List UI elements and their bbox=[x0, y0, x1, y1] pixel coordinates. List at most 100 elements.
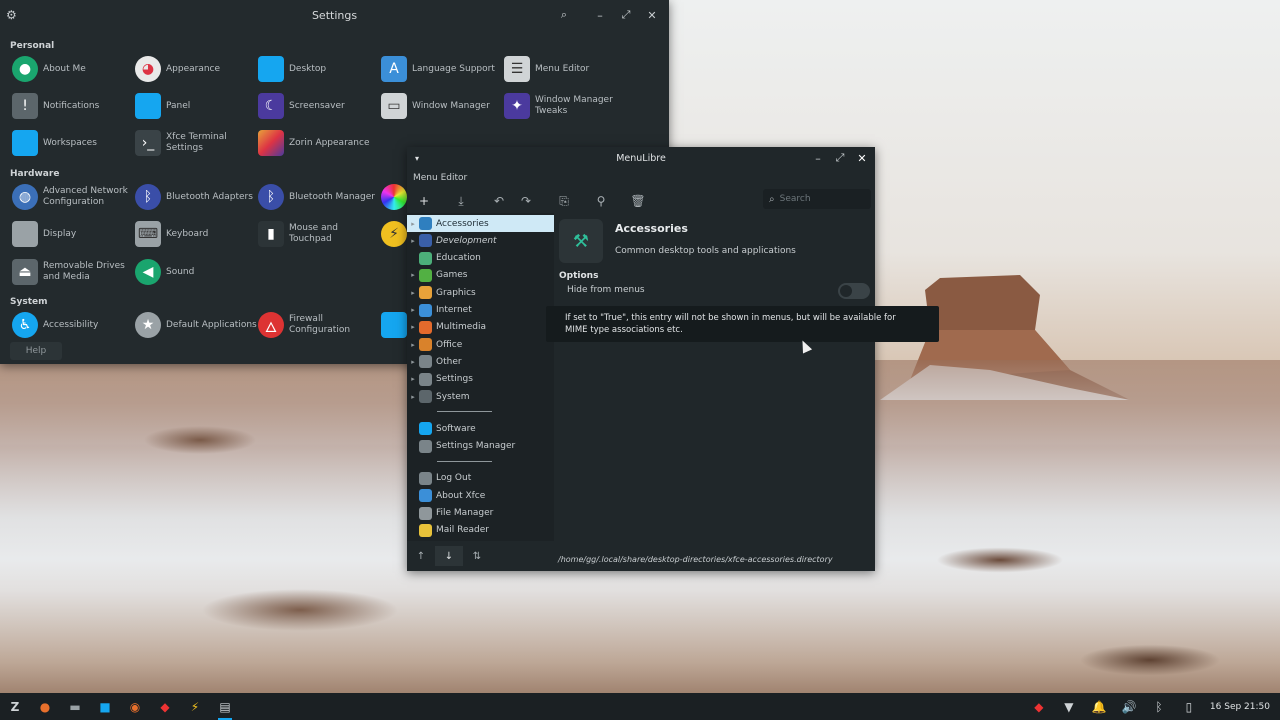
expander-arrow-icon[interactable]: ▸ bbox=[407, 271, 419, 279]
menulibre-task-icon[interactable]: ▤ bbox=[210, 693, 240, 720]
accessories-icon[interactable]: ⚒ bbox=[559, 219, 603, 263]
category-icon bbox=[419, 390, 432, 403]
search-icon[interactable]: ⌕ bbox=[553, 4, 575, 26]
hide-from-menus-toggle[interactable] bbox=[838, 283, 870, 299]
tree-item[interactable]: ▸ Internet bbox=[407, 302, 554, 319]
settings-item-keyboard[interactable]: ⌨ Keyboard bbox=[135, 219, 257, 249]
expander-arrow-icon[interactable]: ▸ bbox=[407, 323, 419, 331]
settings-item-panel[interactable]: Panel bbox=[135, 91, 257, 121]
maximize-button[interactable]: ⤢ bbox=[615, 4, 637, 26]
close-button[interactable]: ✕ bbox=[853, 147, 871, 169]
settings-item-screensaver[interactable]: ☾ Screensaver bbox=[258, 91, 380, 121]
settings-item-sound[interactable]: ◀ Sound bbox=[135, 257, 257, 287]
settings-item-window-manager-tweaks[interactable]: ✦ Window Manager Tweaks bbox=[504, 91, 634, 121]
web-app-icon[interactable]: ◉ bbox=[120, 693, 150, 720]
undo-icon[interactable]: ↶ bbox=[486, 189, 512, 213]
tree-item[interactable]: Mail Reader bbox=[407, 522, 554, 539]
tree-item[interactable]: ▸ Other bbox=[407, 353, 554, 370]
anydesk-icon[interactable]: ◆ bbox=[150, 693, 180, 720]
menulibre-titlebar[interactable]: ▾ MenuLibre – ⤢ ✕ bbox=[407, 147, 875, 169]
menu-tree[interactable]: ▸ Accessories ▸ Development Education ▸ Games ▸… bbox=[407, 213, 554, 541]
settings-item-desktop[interactable]: Desktop bbox=[258, 54, 380, 84]
software-icon[interactable]: ■ bbox=[90, 693, 120, 720]
search-input[interactable]: ⌕ Search bbox=[763, 189, 871, 209]
settings-item-firewall[interactable]: 🜂 Firewall Configuration bbox=[258, 310, 380, 340]
redo-icon[interactable]: ↷ bbox=[513, 189, 539, 213]
tree-item[interactable]: ▸ Graphics bbox=[407, 284, 554, 301]
anydesk-tray-icon[interactable]: ◆ bbox=[1024, 693, 1054, 720]
expander-arrow-icon[interactable]: ▸ bbox=[407, 393, 419, 401]
section-system: System bbox=[10, 297, 48, 307]
settings-item-about-me[interactable]: ● About Me bbox=[12, 54, 134, 84]
user-accounts-icon[interactable] bbox=[381, 312, 407, 338]
minimize-button[interactable]: – bbox=[589, 4, 611, 26]
tree-item[interactable]: ▸ Settings bbox=[407, 371, 554, 388]
settings-item-advanced-network[interactable]: ◍ Advanced Network Configuration bbox=[12, 182, 134, 212]
expander-arrow-icon[interactable]: ▸ bbox=[407, 375, 419, 383]
expander-arrow-icon[interactable]: ▸ bbox=[407, 289, 419, 297]
tree-item[interactable]: Log Out bbox=[407, 470, 554, 487]
entry-comment[interactable]: Common desktop tools and applications bbox=[615, 246, 796, 256]
keyboard-layout-icon[interactable]: ▯ bbox=[1174, 693, 1204, 720]
tree-item[interactable]: ▸ Accessories bbox=[407, 215, 554, 232]
tree-toolbar: ↑ ↓ ⇅ bbox=[407, 545, 554, 567]
save-icon[interactable]: ⤓ bbox=[448, 189, 474, 213]
notifications-bell-icon[interactable]: 🔔 bbox=[1084, 693, 1114, 720]
expander-arrow-icon[interactable]: ▸ bbox=[407, 341, 419, 349]
tree-item[interactable]: File Manager bbox=[407, 505, 554, 522]
settings-item-language-support[interactable]: A Language Support bbox=[381, 54, 503, 84]
tree-item[interactable]: ▸ Games bbox=[407, 267, 554, 284]
settings-item-bluetooth-adapters[interactable]: ᛒ Bluetooth Adapters bbox=[135, 182, 257, 212]
bluetooth-tray-icon[interactable]: ᛒ bbox=[1144, 693, 1174, 720]
revert-icon[interactable]: ⎘ bbox=[551, 189, 577, 213]
tree-item[interactable]: ▸ Development bbox=[407, 232, 554, 249]
maximize-button[interactable]: ⤢ bbox=[831, 147, 849, 169]
close-button[interactable]: ✕ bbox=[641, 4, 663, 26]
settings-item-display[interactable]: Display bbox=[12, 219, 134, 249]
window-menu-chevron-icon[interactable]: ▾ bbox=[415, 154, 419, 163]
settings-item-notifications[interactable]: ! Notifications bbox=[12, 91, 134, 121]
settings-item-appearance[interactable]: ◕ Appearance bbox=[135, 54, 257, 84]
volume-icon[interactable]: 🔊 bbox=[1114, 693, 1144, 720]
sort-icon[interactable]: ⇅ bbox=[463, 546, 491, 566]
color-icon[interactable] bbox=[381, 184, 407, 210]
settings-item-default-applications[interactable]: ★ Default Applications bbox=[135, 310, 257, 340]
settings-item-bluetooth-manager[interactable]: ᛒ Bluetooth Manager bbox=[258, 182, 380, 212]
tree-item[interactable]: Software bbox=[407, 420, 554, 437]
clock[interactable]: 16 Sep 21:50 bbox=[1210, 702, 1270, 712]
firefox-icon[interactable]: ● bbox=[30, 693, 60, 720]
settings-item-workspaces[interactable]: Workspaces bbox=[12, 128, 134, 158]
tree-item[interactable]: ▸ Office bbox=[407, 336, 554, 353]
settings-item-accessibility[interactable]: ♿ Accessibility bbox=[12, 310, 134, 340]
wifi-icon[interactable]: ▼ bbox=[1054, 693, 1084, 720]
test-launcher-icon[interactable]: ⚲ bbox=[588, 189, 614, 213]
tree-item[interactable]: ▸ System bbox=[407, 388, 554, 405]
minimize-button[interactable]: – bbox=[809, 147, 827, 169]
settings-item-removable-drives[interactable]: ⏏ Removable Drives and Media bbox=[12, 257, 134, 287]
tree-item[interactable]: ▸ Multimedia bbox=[407, 319, 554, 336]
expander-arrow-icon[interactable]: ▸ bbox=[407, 358, 419, 366]
power-manager-icon[interactable]: ⚡ bbox=[180, 693, 210, 720]
expander-arrow-icon[interactable]: ▸ bbox=[407, 306, 419, 314]
settings-titlebar[interactable]: ⚙ Settings ⌕ – ⤢ ✕ bbox=[0, 0, 669, 30]
entry-name[interactable]: Accessories bbox=[615, 222, 688, 235]
add-icon[interactable]: + bbox=[411, 189, 437, 213]
tree-item[interactable]: Education bbox=[407, 250, 554, 267]
help-button[interactable]: Help bbox=[10, 342, 62, 360]
expander-arrow-icon[interactable]: ▸ bbox=[407, 220, 419, 228]
power-icon[interactable]: ⚡ bbox=[381, 221, 407, 247]
settings-app-icon[interactable]: ⚙ bbox=[6, 8, 17, 22]
settings-item-zorin-appearance[interactable]: Zorin Appearance bbox=[258, 128, 380, 158]
settings-item-menu-editor[interactable]: ☰ Menu Editor bbox=[504, 54, 626, 84]
settings-item-window-manager[interactable]: ▭ Window Manager bbox=[381, 91, 503, 121]
settings-item-mouse-touchpad[interactable]: ▮ Mouse and Touchpad bbox=[258, 219, 380, 249]
delete-icon[interactable]: 🗑 bbox=[625, 189, 651, 213]
zorin-menu-icon[interactable]: Z bbox=[0, 693, 30, 720]
expander-arrow-icon[interactable]: ▸ bbox=[407, 237, 419, 245]
move-up-icon[interactable]: ↑ bbox=[407, 546, 435, 566]
tree-item[interactable]: Settings Manager bbox=[407, 438, 554, 455]
settings-item-xfce-terminal[interactable]: ›_ Xfce Terminal Settings bbox=[135, 128, 257, 158]
tree-item[interactable]: About Xfce bbox=[407, 487, 554, 504]
files-icon[interactable]: ▬ bbox=[60, 693, 90, 720]
move-down-icon[interactable]: ↓ bbox=[435, 546, 463, 566]
